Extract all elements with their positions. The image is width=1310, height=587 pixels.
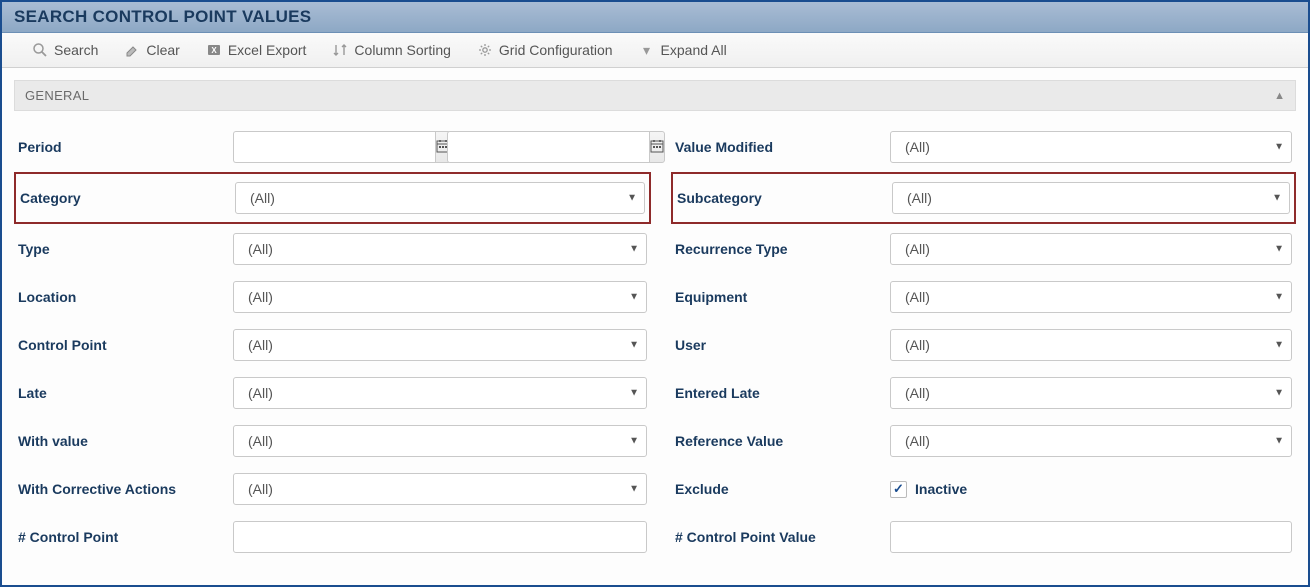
title-bar: SEARCH CONTROL POINT VALUES <box>2 2 1308 33</box>
user-select[interactable]: (All) <box>890 329 1292 361</box>
recurrence-type-label: Recurrence Type <box>675 241 890 257</box>
field-period: Period <box>14 123 651 171</box>
equipment-select[interactable]: (All) <box>890 281 1292 313</box>
search-icon <box>32 42 48 58</box>
period-to-calendar-button[interactable] <box>649 131 665 163</box>
chevron-down-icon: ▾ <box>639 42 655 58</box>
inactive-checkbox[interactable] <box>890 481 907 498</box>
grid-config-button[interactable]: Grid Configuration <box>467 38 623 62</box>
with-corrective-select[interactable]: (All) <box>233 473 647 505</box>
field-type: Type (All) ▼ <box>14 225 651 273</box>
reference-value-label: Reference Value <box>675 433 890 449</box>
value-modified-label: Value Modified <box>675 139 890 155</box>
excel-icon: X <box>206 42 222 58</box>
expand-all-label: Expand All <box>661 42 727 58</box>
field-equipment: Equipment (All) ▼ <box>671 273 1296 321</box>
subcategory-select[interactable]: (All) <box>892 182 1290 214</box>
subcategory-label: Subcategory <box>677 190 892 206</box>
svg-text:X: X <box>211 46 217 55</box>
type-label: Type <box>18 241 233 257</box>
entered-late-select[interactable]: (All) <box>890 377 1292 409</box>
search-button[interactable]: Search <box>22 38 108 62</box>
column-sorting-label: Column Sorting <box>354 42 451 58</box>
location-label: Location <box>18 289 233 305</box>
field-value-modified: Value Modified (All) ▼ <box>671 123 1296 171</box>
field-location: Location (All) ▼ <box>14 273 651 321</box>
eraser-icon <box>124 42 140 58</box>
field-subcategory: Subcategory (All) ▼ <box>671 172 1296 224</box>
search-window: SEARCH CONTROL POINT VALUES Search Clear… <box>0 0 1310 587</box>
field-category: Category (All) ▼ <box>14 172 651 224</box>
section-title: GENERAL <box>25 88 89 103</box>
content-area: GENERAL ▲ Period <box>2 68 1308 585</box>
category-label: Category <box>20 190 235 206</box>
calendar-icon <box>650 139 664 156</box>
excel-export-label: Excel Export <box>228 42 307 58</box>
column-sorting-button[interactable]: Column Sorting <box>322 38 461 62</box>
late-label: Late <box>18 385 233 401</box>
clear-button[interactable]: Clear <box>114 38 189 62</box>
with-corrective-label: With Corrective Actions <box>18 481 233 497</box>
field-reference-value: Reference Value (All) ▼ <box>671 417 1296 465</box>
num-control-point-input[interactable] <box>233 521 647 553</box>
equipment-label: Equipment <box>675 289 890 305</box>
window-title: SEARCH CONTROL POINT VALUES <box>14 7 311 26</box>
entered-late-label: Entered Late <box>675 385 890 401</box>
field-late: Late (All) ▼ <box>14 369 651 417</box>
period-from-input[interactable] <box>233 131 435 163</box>
reference-value-select[interactable]: (All) <box>890 425 1292 457</box>
recurrence-type-select[interactable]: (All) <box>890 233 1292 265</box>
period-to-input[interactable] <box>447 131 649 163</box>
value-modified-select[interactable]: (All) <box>890 131 1292 163</box>
clear-button-label: Clear <box>146 42 179 58</box>
form-grid: Period <box>14 123 1296 561</box>
type-select[interactable]: (All) <box>233 233 647 265</box>
inactive-checkbox-label: Inactive <box>915 481 967 497</box>
toolbar: Search Clear X Excel Export Column Sorti… <box>2 33 1308 68</box>
sort-icon <box>332 42 348 58</box>
control-point-select[interactable]: (All) <box>233 329 647 361</box>
location-select[interactable]: (All) <box>233 281 647 313</box>
field-entered-late: Entered Late (All) ▼ <box>671 369 1296 417</box>
with-value-label: With value <box>18 433 233 449</box>
gear-icon <box>477 42 493 58</box>
search-button-label: Search <box>54 42 98 58</box>
field-exclude: Exclude Inactive <box>671 465 1296 513</box>
expand-all-button[interactable]: ▾ Expand All <box>629 38 737 62</box>
excel-export-button[interactable]: X Excel Export <box>196 38 317 62</box>
grid-config-label: Grid Configuration <box>499 42 613 58</box>
period-label: Period <box>18 139 233 155</box>
exclude-label: Exclude <box>675 481 890 497</box>
field-with-corrective: With Corrective Actions (All) ▼ <box>14 465 651 513</box>
field-num-control-point: # Control Point <box>14 513 651 561</box>
user-label: User <box>675 337 890 353</box>
field-num-control-point-value: # Control Point Value <box>671 513 1296 561</box>
field-control-point: Control Point (All) ▼ <box>14 321 651 369</box>
field-user: User (All) ▼ <box>671 321 1296 369</box>
field-recurrence-type: Recurrence Type (All) ▼ <box>671 225 1296 273</box>
num-control-point-value-label: # Control Point Value <box>675 529 890 545</box>
late-select[interactable]: (All) <box>233 377 647 409</box>
category-select[interactable]: (All) <box>235 182 645 214</box>
num-control-point-label: # Control Point <box>18 529 233 545</box>
control-point-label: Control Point <box>18 337 233 353</box>
num-control-point-value-input[interactable] <box>890 521 1292 553</box>
section-header-general[interactable]: GENERAL ▲ <box>14 80 1296 111</box>
field-with-value: With value (All) ▼ <box>14 417 651 465</box>
with-value-select[interactable]: (All) <box>233 425 647 457</box>
collapse-up-icon: ▲ <box>1274 90 1285 102</box>
